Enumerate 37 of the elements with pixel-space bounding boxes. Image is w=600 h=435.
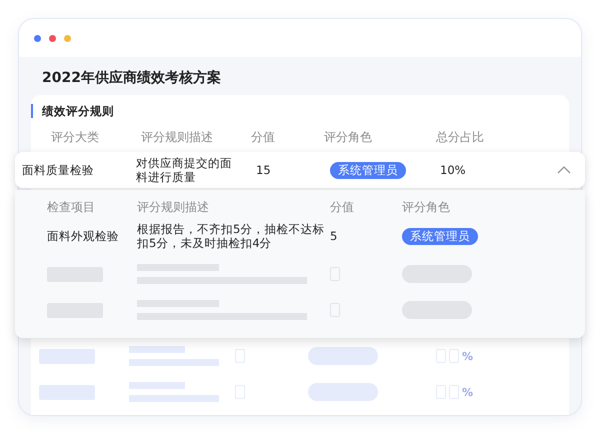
table-cell-text: 面料质量检验 xyxy=(22,162,95,178)
skeleton-square xyxy=(436,349,446,363)
page-title: 2022年供应商绩效考核方案 xyxy=(41,68,222,88)
window-dot-icon xyxy=(64,34,71,42)
skeleton-square xyxy=(449,349,459,363)
skeleton-square xyxy=(436,385,446,399)
table-cell-text: 10% xyxy=(440,163,467,177)
chevron-up-icon[interactable] xyxy=(557,166,571,174)
role-tag: 系统管理员 xyxy=(330,162,406,178)
table-cell-text: 面料外观检验 xyxy=(47,228,120,244)
skeleton-block xyxy=(39,384,95,400)
skeleton-block xyxy=(39,348,95,364)
column-header: 评分大类 xyxy=(51,129,100,146)
skeleton-square xyxy=(235,349,245,363)
column-header: 分值 xyxy=(330,198,355,216)
skeleton-pill xyxy=(308,383,378,401)
column-header: 总分占比 xyxy=(436,129,485,146)
window-dot-icon xyxy=(49,34,56,42)
column-header: 评分角色 xyxy=(324,129,373,146)
table-cell-text: 根据报告，不齐扣5分，抽检不达标扣5分，未及时抽检扣4分 xyxy=(137,222,326,250)
table-cell-text: 对供应商提交的面料进行质量 xyxy=(136,156,233,184)
section-title: 绩效评分规则 xyxy=(31,104,569,118)
skeleton-square xyxy=(449,385,459,399)
skeleton-pill xyxy=(308,347,378,365)
column-header: 分值 xyxy=(251,129,276,146)
table-row[interactable]: 面料质量检验 对供应商提交的面料进行质量 15 系统管理员 10% xyxy=(15,152,585,188)
percent-sign: % xyxy=(462,386,474,398)
skeleton-square xyxy=(235,385,245,399)
table-cell-text: 15 xyxy=(256,163,272,177)
column-header: 评分规则描述 xyxy=(141,129,214,146)
column-header: 评分规则描述 xyxy=(137,198,210,216)
column-header: 评分角色 xyxy=(402,198,451,216)
percent-sign: % xyxy=(462,350,474,362)
table-cell-text: 5 xyxy=(330,229,338,243)
column-header: 检查项目 xyxy=(47,198,96,216)
window-dot-icon xyxy=(34,34,41,42)
role-tag: 系统管理员 xyxy=(402,228,478,244)
